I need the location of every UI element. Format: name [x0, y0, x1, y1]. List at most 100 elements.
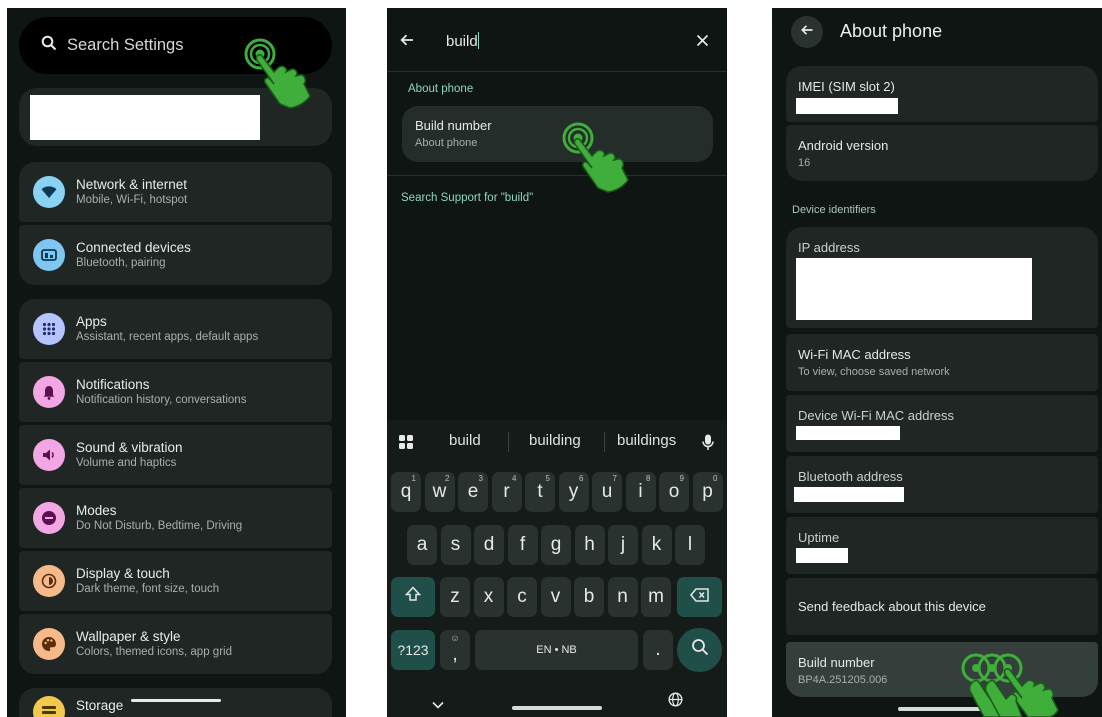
key-letter: c — [517, 586, 527, 607]
period-key[interactable]: . — [643, 630, 673, 670]
ip-address-label: IP address — [798, 240, 860, 255]
suggestion-3[interactable]: buildings — [617, 432, 676, 449]
back-arrow-icon[interactable] — [399, 32, 415, 53]
settings-item-wallpaper-style[interactable]: Wallpaper & style Colors, themed icons, a… — [19, 614, 332, 674]
key-letter: p — [702, 481, 713, 502]
key-letter: y — [568, 481, 579, 502]
settings-item-sound-vibration[interactable]: Sound & vibration Volume and haptics — [19, 425, 332, 485]
key-c[interactable]: c — [507, 577, 537, 617]
key-p[interactable]: p0 — [692, 472, 723, 512]
search-query-input[interactable]: build — [446, 32, 480, 50]
settings-item-subtitle: Notification history, conversations — [76, 394, 247, 406]
key-f[interactable]: f — [507, 525, 538, 565]
device-wifi-mac-item[interactable]: Device Wi-Fi MAC address — [786, 395, 1098, 452]
android-version-item[interactable]: Android version 16 — [786, 125, 1098, 181]
settings-item-title: Sound & vibration — [76, 440, 183, 455]
settings-item-title: Storage — [76, 697, 124, 713]
key-letter: r — [503, 481, 510, 502]
key-g[interactable]: g — [541, 525, 571, 565]
key-j[interactable]: j — [608, 525, 638, 565]
key-letter: v — [550, 586, 561, 607]
settings-item-apps[interactable]: Apps Assistant, recent apps, default apps — [19, 299, 332, 359]
connected-devices-icon — [33, 239, 65, 271]
key-o[interactable]: o9 — [659, 472, 689, 512]
key-e[interactable]: e3 — [458, 472, 488, 512]
globe-icon[interactable] — [668, 692, 683, 712]
settings-item-storage[interactable]: Storage — [19, 688, 332, 717]
hide-keyboard-chevron-icon[interactable] — [432, 696, 444, 714]
speaker-icon — [33, 439, 65, 471]
minus-circle-icon — [33, 502, 65, 534]
key-y[interactable]: y6 — [558, 472, 589, 512]
settings-item-title: Display & touch — [76, 566, 170, 581]
suggestion-2[interactable]: building — [529, 432, 581, 449]
shift-icon — [404, 586, 422, 608]
key-q[interactable]: q1 — [391, 472, 421, 512]
key-a[interactable]: a — [407, 525, 437, 565]
key-v[interactable]: v — [540, 577, 571, 617]
symbols-key[interactable]: ?123 — [391, 630, 435, 670]
uptime-item[interactable]: Uptime — [786, 517, 1098, 574]
settings-item-subtitle: Mobile, Wi-Fi, hotspot — [76, 194, 188, 206]
search-icon — [41, 35, 57, 56]
key-r[interactable]: r4 — [491, 472, 522, 512]
close-icon[interactable] — [696, 34, 709, 52]
redacted-device-wifi-mac — [796, 426, 900, 440]
suggestion-1[interactable]: build — [449, 432, 481, 449]
search-support-link[interactable]: Search Support for "build" — [401, 192, 533, 204]
key-t[interactable]: t5 — [525, 472, 555, 512]
key-h[interactable]: h — [574, 525, 605, 565]
key-z[interactable]: z — [440, 577, 470, 617]
send-feedback-label: Send feedback about this device — [798, 599, 986, 614]
bluetooth-address-item[interactable]: Bluetooth address — [786, 456, 1098, 513]
settings-item-connected-devices[interactable]: Connected devices Bluetooth, pairing — [19, 225, 332, 285]
search-action-key[interactable] — [677, 628, 722, 672]
keyboard-apps-grid-icon[interactable] — [398, 434, 414, 455]
apps-grid-icon — [33, 313, 65, 345]
key-w[interactable]: w2 — [424, 472, 455, 512]
key-u[interactable]: u7 — [592, 472, 622, 512]
backspace-key[interactable] — [677, 577, 722, 617]
key-d[interactable]: d — [474, 525, 504, 565]
key-n[interactable]: n — [607, 577, 638, 617]
back-button[interactable] — [791, 16, 823, 48]
key-k[interactable]: k — [641, 525, 672, 565]
redacted-ip-address — [796, 258, 1032, 320]
settings-item-display-touch[interactable]: Display & touch Dark theme, font size, to… — [19, 551, 332, 611]
settings-item-modes[interactable]: Modes Do Not Disturb, Bedtime, Driving — [19, 488, 332, 548]
on-screen-keyboard: build building buildings q1w2e3r4t5y6u7i… — [387, 420, 727, 717]
storage-icon — [33, 696, 65, 717]
settings-item-network-internet[interactable]: Network & internet Mobile, Wi-Fi, hotspot — [19, 162, 332, 222]
settings-item-title: Connected devices — [76, 240, 191, 255]
key-x[interactable]: x — [473, 577, 504, 617]
search-header: build — [387, 8, 727, 72]
key-i[interactable]: i8 — [625, 472, 656, 512]
gesture-nav-bar[interactable] — [512, 706, 602, 710]
comma-key[interactable]: ☺, — [440, 630, 470, 670]
space-key[interactable]: EN • NB — [475, 630, 638, 670]
send-feedback-item[interactable]: Send feedback about this device — [786, 578, 1098, 635]
android-version-value: 16 — [798, 157, 811, 169]
shift-key[interactable] — [391, 577, 435, 617]
suggestion-separator — [508, 432, 509, 452]
settings-item-title: Wallpaper & style — [76, 629, 181, 644]
bell-icon — [33, 376, 65, 408]
key-digit-hint: 7 — [612, 474, 617, 483]
key-l[interactable]: l — [675, 525, 705, 565]
wifi-mac-sub: To view, choose saved network — [798, 366, 950, 378]
wifi-mac-item[interactable]: Wi-Fi MAC address To view, choose saved … — [786, 334, 1098, 391]
microphone-icon[interactable] — [702, 434, 714, 456]
page-title: About phone — [840, 21, 943, 41]
settings-item-subtitle: Bluetooth, pairing — [76, 257, 166, 269]
emoji-icon: ☺ — [450, 633, 460, 643]
imei-label: IMEI (SIM slot 2) — [798, 79, 895, 94]
ip-address-item[interactable]: IP address — [786, 227, 1098, 328]
key-m[interactable]: m — [641, 577, 671, 617]
key-letter: i — [638, 481, 643, 502]
imei-item[interactable]: IMEI (SIM slot 2) — [786, 66, 1098, 122]
settings-item-notifications[interactable]: Notifications Notification history, conve… — [19, 362, 332, 422]
symbols-key-label: ?123 — [397, 642, 429, 658]
key-b[interactable]: b — [574, 577, 604, 617]
key-s[interactable]: s — [440, 525, 471, 565]
key-letter: u — [601, 481, 613, 502]
